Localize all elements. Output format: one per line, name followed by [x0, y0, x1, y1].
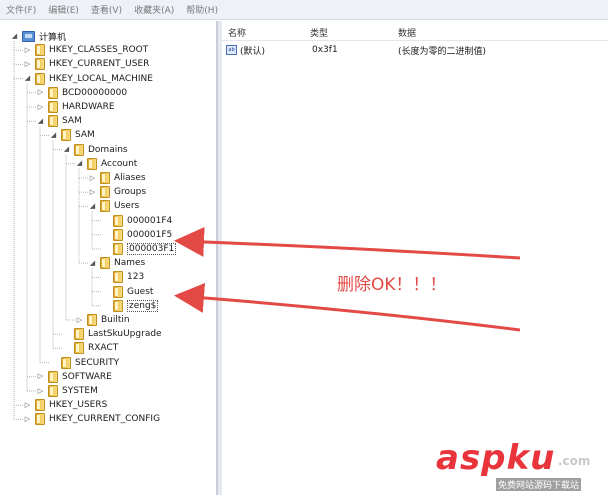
arrow-to-zeng	[174, 282, 521, 332]
annotation-deleted-ok: 删除OK！！！	[337, 275, 447, 295]
watermark-slogan: 免费网站源码下载站	[496, 478, 582, 491]
watermark-logo: aspku	[436, 438, 556, 478]
arrow-to-000003F1	[174, 226, 521, 260]
annotation-arrows	[174, 226, 521, 332]
watermark-tld: .com	[558, 454, 591, 468]
watermark: aspku .com 免费网站源码下载站	[436, 438, 608, 492]
